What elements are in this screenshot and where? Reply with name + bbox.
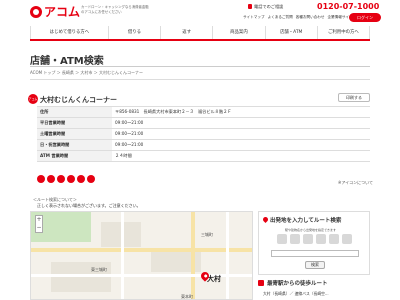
map-label: 三城町 [201,232,213,237]
table-row: 日・祝営業時間 09:00～21:00 [37,139,370,151]
store-info-table: 住所 〒856-0831 長崎県大村市東本町２－３ 福谷ビル８階２Ｆ 平日営業時… [37,106,370,162]
row-label: 平日営業時間 [37,117,112,129]
row-value: 09:00～21:00 [112,139,370,151]
route-box-desc: 駅や建物名から出発地を指定できます [285,228,337,232]
origin-input[interactable] [271,250,359,257]
map-road [191,212,195,299]
station-route-item[interactable]: 大村（長崎県）／ 速線バス（長崎空... [263,291,329,297]
icon-note-link[interactable]: ※アイコンについて [338,180,373,186]
service-icon [87,175,95,183]
store-map[interactable]: 東三城町 大村 東本町 三城町 + − [30,211,253,300]
service-icons [37,175,95,183]
divider [30,79,370,80]
utility-links: サイトマップ よくあるご質問 各種お問い合わせ 企業情報サイト [243,15,353,20]
nav-repay[interactable]: 返す [161,26,214,39]
city-icon [342,234,352,244]
breadcrumb[interactable]: ACOM トップ ＞ 長崎県 ＞ 大村市 ＞ 大村むじんくんコーナー [30,70,143,76]
map-label: 東本町 [181,294,193,299]
map-label: 東三城町 [91,267,107,272]
service-icon [77,175,85,183]
divider [30,66,370,67]
row-label: 住所 [37,106,112,118]
main-nav: はじめて借りる方へ 借りる 返す 商品案内 店舗・ATM ご利用中の方へ [30,26,371,41]
row-value: ２４時間 [112,150,370,162]
service-icon [67,175,75,183]
tagline: カードローン・キャッシングなら消費者金融のアコムにお任せください [81,5,149,14]
row-value: 09:00～21:00 [112,117,370,129]
service-icon [57,175,65,183]
table-row: 平日営業時間 09:00～21:00 [37,117,370,129]
route-box-title: 出発地を入力してルート検索 [261,215,342,224]
route-search-box: 出発地を入力してルート検索 駅や建物名から出発地を指定できます 検索 [258,211,370,275]
link-contact[interactable]: 各種お問い合わせ [296,15,325,20]
row-label: 土曜営業時間 [37,128,112,140]
row-label: ATM 営業時間 [37,150,112,162]
building-icon [290,234,300,244]
route-note: 正しく表示されない場合がございます。ご注意ください。 [37,203,141,208]
map-road [121,212,124,299]
nav-first-time[interactable]: はじめて借りる方へ [30,26,109,39]
phone-label: 電話でのご相談 [254,4,284,9]
phone-number[interactable]: 0120-07-1000 [317,2,379,11]
route-mode-icons [277,234,352,244]
page-title: 店舗・ATM検索 [30,56,104,67]
site-header: アコム カードローン・キャッシングなら消費者金融のアコムにお任せください 電話で… [0,0,400,26]
row-label: 日・祝営業時間 [37,139,112,151]
link-faq[interactable]: よくあるご質問 [268,15,293,20]
print-button[interactable]: 印刷する [338,93,370,102]
login-button[interactable]: ログイン [349,13,381,22]
row-value: 09:00～21:00 [112,128,370,140]
map-road [31,248,252,252]
table-row: 住所 〒856-0831 長崎県大村市東本町２－３ 福谷ビル８階２Ｆ [37,106,370,118]
phone-icon [248,4,252,9]
hotel-icon [329,234,339,244]
service-icon [37,175,45,183]
route-box-title-text: 出発地を入力してルート検索 [270,218,342,224]
table-row: 土曜営業時間 09:00～21:00 [37,128,370,140]
link-sitemap[interactable]: サイトマップ [243,15,265,20]
store-badge-icon: アコム [28,94,38,104]
table-row: ATM 営業時間 ２４時間 [37,150,370,162]
pin-icon [261,215,270,224]
zoom-out-icon[interactable]: − [36,224,42,232]
station-title-text: 最寄駅からの徒歩ルート [267,281,328,287]
home-icon [303,234,313,244]
nav-stores[interactable]: 店舗・ATM [266,26,318,39]
acom-logo-icon[interactable] [30,6,42,18]
nav-products[interactable]: 商品案内 [213,26,266,39]
service-icon [47,175,55,183]
map-zoom-control[interactable]: + − [35,215,43,233]
bus-icon [316,234,326,244]
nav-borrow[interactable]: 借りる [109,26,162,39]
nearest-station-title: 最寄駅からの徒歩ルート [258,279,328,287]
station-icon [277,234,287,244]
row-value: 〒856-0831 長崎県大村市東本町２－３ 福谷ビル８階２Ｆ [112,106,370,118]
store-name: 大村むじんくんコーナー [40,96,117,104]
train-icon [258,280,264,286]
map-road [226,212,229,299]
logo-text[interactable]: アコム [44,5,80,19]
zoom-in-icon[interactable]: + [36,216,42,224]
nav-members[interactable]: ご利用中の方へ [318,26,371,39]
route-search-button[interactable]: 検索 [305,261,325,269]
